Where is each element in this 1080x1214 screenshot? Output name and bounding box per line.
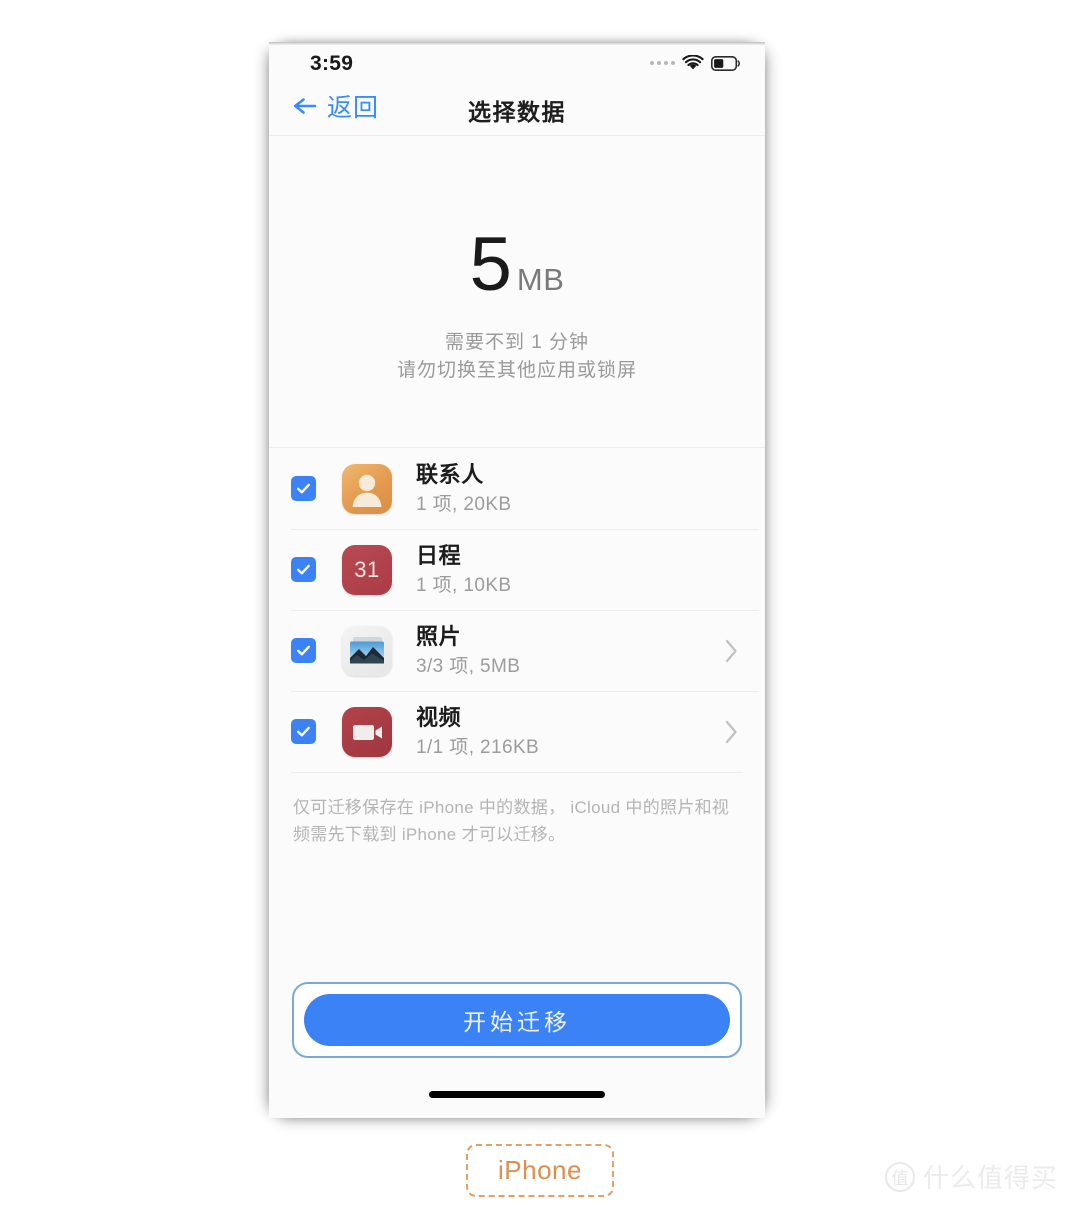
photos-icon <box>342 625 392 676</box>
row-text: 日程 1 项, 10KB <box>416 542 724 597</box>
check-icon <box>297 483 310 494</box>
screenshot-canvas: 3:59 返回 选择数据 5 MB 需要不到 1 分钟 请勿切换至其他应用或锁屏… <box>0 0 1080 1214</box>
row-text: 视频 1/1 项, 216KB <box>416 704 724 759</box>
row-subtitle: 1 项, 10KB <box>416 574 512 596</box>
check-icon <box>297 645 310 656</box>
row-subtitle: 1/1 项, 216KB <box>416 736 540 758</box>
wifi-icon <box>682 55 704 70</box>
row-subtitle: 3/3 项, 5MB <box>416 655 521 677</box>
device-badge: iPhone <box>466 1144 614 1197</box>
video-icon <box>342 706 392 757</box>
home-indicator <box>429 1091 605 1098</box>
contacts-icon <box>342 463 392 514</box>
status-bar-indicators <box>650 55 741 71</box>
row-checkbox-calendar[interactable] <box>291 557 316 583</box>
check-icon <box>297 564 310 575</box>
row-checkbox-video[interactable] <box>291 719 316 745</box>
check-icon <box>297 726 310 737</box>
watermark-text: 什么值得买 <box>922 1163 1058 1193</box>
watermark: 值 什么值得买 <box>884 1158 1058 1195</box>
row-text: 照片 3/3 项, 5MB <box>416 623 724 678</box>
table-row[interactable]: 照片 3/3 项, 5MB <box>269 610 765 691</box>
total-size: 5 MB <box>269 222 765 307</box>
footnote-text: 仅可迁移保存在 iPhone 中的数据， iCloud 中的照片和视频需先下载到… <box>293 798 730 845</box>
row-title: 视频 <box>416 705 462 731</box>
estimated-time-note: 需要不到 1 分钟 <box>444 332 590 354</box>
table-row[interactable]: 31 日程 1 项, 10KB <box>269 529 765 610</box>
total-size-unit: MB <box>516 262 565 297</box>
watermark-logo: 值 <box>884 1161 915 1192</box>
status-bar: 3:59 <box>269 46 765 84</box>
transfer-summary: 5 MB 需要不到 1 分钟 请勿切换至其他应用或锁屏 <box>269 137 765 384</box>
table-row[interactable]: 视频 1/1 项, 216KB <box>269 691 765 772</box>
total-size-number: 5 <box>469 222 512 307</box>
battery-icon <box>711 55 740 71</box>
row-checkbox-contacts[interactable] <box>291 476 316 502</box>
device-badge-label: iPhone <box>498 1155 582 1185</box>
navigation-bar: 返回 选择数据 <box>269 84 765 136</box>
phone-top-edge <box>269 42 765 45</box>
table-row[interactable]: 联系人 1 项, 20KB <box>269 448 765 529</box>
chevron-right-icon[interactable] <box>724 719 739 745</box>
calendar-icon: 31 <box>342 544 392 595</box>
signal-dots-icon <box>650 61 675 65</box>
do-not-switch-note: 请勿切换至其他应用或锁屏 <box>396 359 637 381</box>
screen-content: 5 MB 需要不到 1 分钟 请勿切换至其他应用或锁屏 联系人 1 项, 20K… <box>269 137 765 1118</box>
page-title: 选择数据 <box>468 99 566 125</box>
row-text: 联系人 1 项, 20KB <box>416 461 724 516</box>
start-migration-button[interactable]: 开始迁移 <box>304 994 730 1046</box>
row-title: 日程 <box>416 543 462 569</box>
status-bar-time: 3:59 <box>310 52 354 75</box>
calendar-icon-day: 31 <box>354 556 380 582</box>
row-checkbox-photos[interactable] <box>291 638 316 664</box>
row-title: 联系人 <box>416 462 484 488</box>
row-title: 照片 <box>416 624 462 650</box>
data-category-list: 联系人 1 项, 20KB 31 日程 1 项, 10KB 照片 3/3 项, … <box>269 447 765 773</box>
row-subtitle: 1 项, 20KB <box>416 493 512 515</box>
start-button-container: 开始迁移 <box>292 982 742 1058</box>
chevron-right-icon[interactable] <box>724 638 739 664</box>
phone-frame: 3:59 返回 选择数据 5 MB 需要不到 1 分钟 请勿切换至其他应用或锁屏… <box>269 42 765 1118</box>
